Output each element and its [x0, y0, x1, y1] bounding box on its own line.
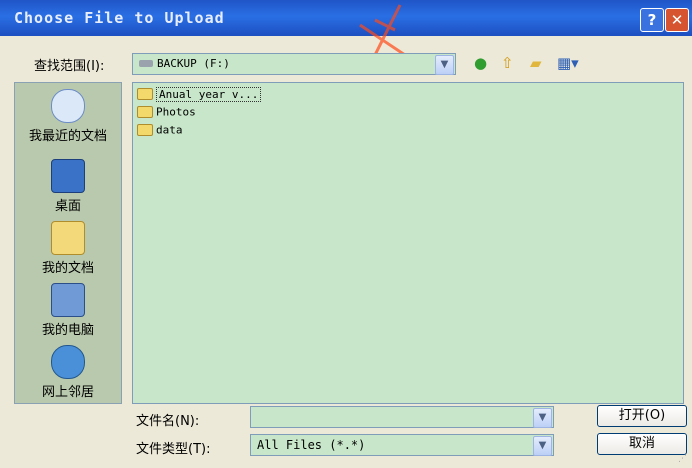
place-network[interactable]: 网上邻居 — [15, 345, 121, 400]
open-button[interactable]: 打开(O) — [597, 405, 687, 427]
folder-icon — [137, 124, 153, 136]
file-list[interactable]: Anual year v... Photos data — [132, 82, 684, 404]
my-documents-icon — [51, 221, 85, 255]
list-item[interactable]: Anual year v... — [137, 86, 262, 102]
chevron-down-icon[interactable]: ▼ — [435, 55, 454, 75]
chevron-down-icon[interactable]: ▼ — [533, 408, 552, 428]
folder-icon — [137, 106, 153, 118]
places-bar: 我最近的文档 桌面 我的文档 我的电脑 网上邻居 — [14, 82, 122, 404]
place-label: 桌面 — [54, 199, 81, 214]
network-places-icon — [51, 345, 85, 379]
desktop-icon — [51, 159, 85, 193]
resize-grip[interactable]: ⋰ — [678, 454, 688, 464]
place-my-documents[interactable]: 我的文档 — [15, 221, 121, 276]
chevron-down-icon[interactable]: ▼ — [533, 436, 552, 456]
file-name-label: 文件名(N): — [136, 414, 200, 429]
place-my-computer[interactable]: 我的电脑 — [15, 283, 121, 338]
back-icon[interactable]: ● — [474, 55, 487, 71]
place-desktop[interactable]: 桌面 — [15, 159, 121, 214]
place-label: 网上邻居 — [41, 385, 94, 400]
place-recent-documents[interactable]: 我最近的文档 — [15, 89, 121, 144]
cancel-button[interactable]: 取消 — [597, 433, 687, 455]
file-type-label: 文件类型(T): — [136, 442, 211, 457]
file-name: data — [156, 123, 183, 137]
up-folder-icon[interactable]: ⇧ — [501, 55, 514, 71]
help-button[interactable]: ? — [640, 8, 664, 32]
file-type-value: All Files (*.*) — [257, 438, 366, 452]
place-label: 我最近的文档 — [28, 129, 107, 144]
drive-icon — [139, 60, 153, 67]
file-name: Photos — [156, 105, 196, 119]
title-bar: Choose File to Upload ? ✕ — [0, 0, 692, 36]
file-type-select[interactable]: All Files (*.*) ▼ — [250, 434, 554, 456]
folder-icon — [137, 88, 153, 100]
look-in-value: BACKUP (F:) — [157, 57, 230, 70]
recent-documents-icon — [51, 89, 85, 123]
look-in-dropdown[interactable]: BACKUP (F:) ▼ — [132, 53, 456, 75]
my-computer-icon — [51, 283, 85, 317]
place-label: 我的电脑 — [41, 323, 94, 338]
file-name: Anual year v... — [156, 86, 262, 102]
window-title: Choose File to Upload — [14, 9, 225, 27]
look-in-label: 查找范围(I): — [34, 59, 105, 74]
view-menu-icon[interactable]: ▦▾ — [557, 55, 579, 71]
close-button[interactable]: ✕ — [665, 8, 689, 32]
new-folder-icon[interactable]: ▰ — [530, 55, 542, 71]
place-label: 我的文档 — [41, 261, 94, 276]
list-item[interactable]: data — [137, 123, 183, 137]
list-item[interactable]: Photos — [137, 105, 196, 119]
file-name-input[interactable]: ▼ — [250, 406, 554, 428]
